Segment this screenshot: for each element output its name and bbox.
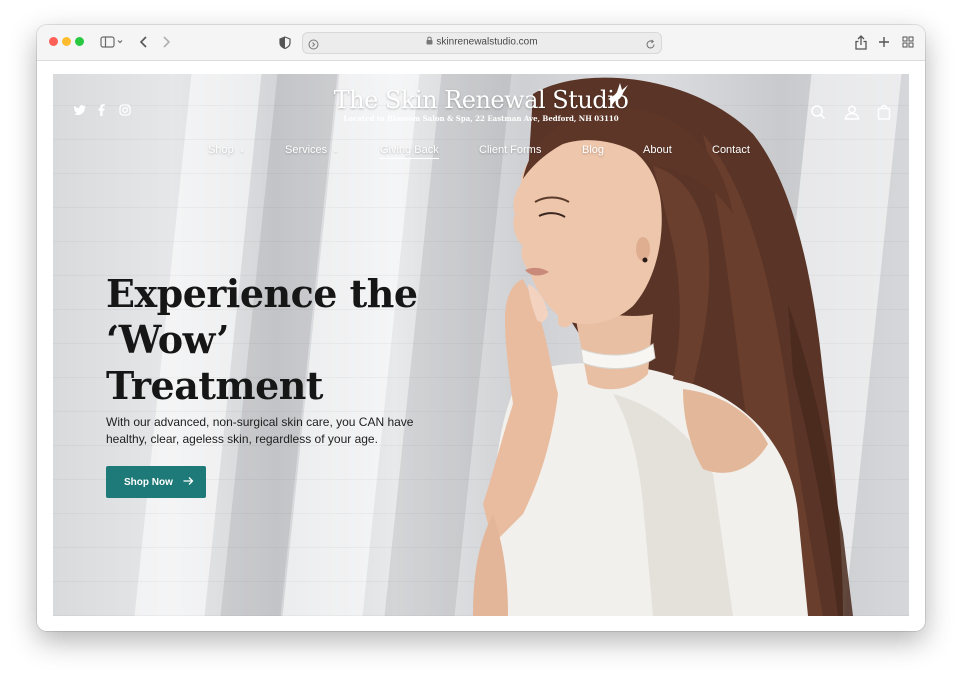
address-bar[interactable]: skinrenewalstudio.com (302, 32, 662, 54)
forward-icon[interactable] (159, 33, 173, 51)
hero-headline: Experience the ‘Wow’ Treatment (106, 271, 436, 409)
reload-icon[interactable] (645, 37, 656, 55)
tab-overview-icon[interactable] (901, 33, 915, 51)
hero-headline-line: Experience the (106, 271, 418, 316)
page-content: The Skin Renewal Studio Located in Bloss… (37, 61, 925, 631)
account-icon[interactable] (843, 103, 861, 121)
nav-item-about[interactable]: About (643, 144, 672, 156)
sidebar-toggle-icon[interactable] (97, 33, 127, 51)
shop-now-button[interactable]: Shop Now (106, 466, 206, 498)
privacy-shield-icon[interactable] (278, 33, 292, 51)
minimize-window-button[interactable] (62, 37, 71, 46)
brand-logo-title[interactable]: The Skin Renewal Studio (331, 86, 631, 114)
nav-item-services[interactable]: Services ⌄ (285, 144, 339, 156)
nav-item-shop[interactable]: Shop ⌄ (208, 144, 245, 156)
hummingbird-icon (608, 83, 628, 105)
hero-section: The Skin Renewal Studio Located in Bloss… (53, 74, 909, 616)
facebook-icon[interactable] (96, 103, 106, 117)
nav-item-giving-back[interactable]: Giving Back (380, 144, 439, 159)
lock-icon (426, 36, 433, 48)
shop-now-label: Shop Now (124, 476, 173, 488)
maximize-window-button[interactable] (75, 37, 84, 46)
new-tab-icon[interactable] (877, 33, 891, 51)
chevron-down-icon: ⌄ (238, 145, 246, 154)
browser-window: skinrenewalstudio.com The Skin Renewal S… (37, 25, 925, 631)
bag-icon[interactable] (875, 103, 893, 121)
hero-subcopy: With our advanced, non-surgical skin car… (106, 415, 414, 446)
brand-tagline: Located in Blossom Salon & Spa, 22 Eastm… (343, 114, 619, 123)
share-icon[interactable] (854, 33, 868, 51)
twitter-icon[interactable] (73, 103, 87, 117)
instagram-icon[interactable] (118, 103, 132, 117)
url-text: skinrenewalstudio.com (436, 36, 538, 48)
hero-headline-line: Treatment (106, 363, 323, 408)
nav-item-blog[interactable]: Blog (582, 144, 604, 156)
browser-toolbar: skinrenewalstudio.com (37, 25, 925, 61)
nav-item-contact[interactable]: Contact (712, 144, 750, 156)
chevron-down-icon: ⌄ (332, 145, 339, 154)
close-window-button[interactable] (49, 37, 58, 46)
arrow-right-icon (183, 476, 194, 489)
hero-headline-line: ‘Wow’ (106, 317, 230, 362)
search-icon[interactable] (809, 103, 827, 121)
back-icon[interactable] (137, 33, 151, 51)
nav-item-client-forms[interactable]: Client Forms (479, 144, 541, 156)
